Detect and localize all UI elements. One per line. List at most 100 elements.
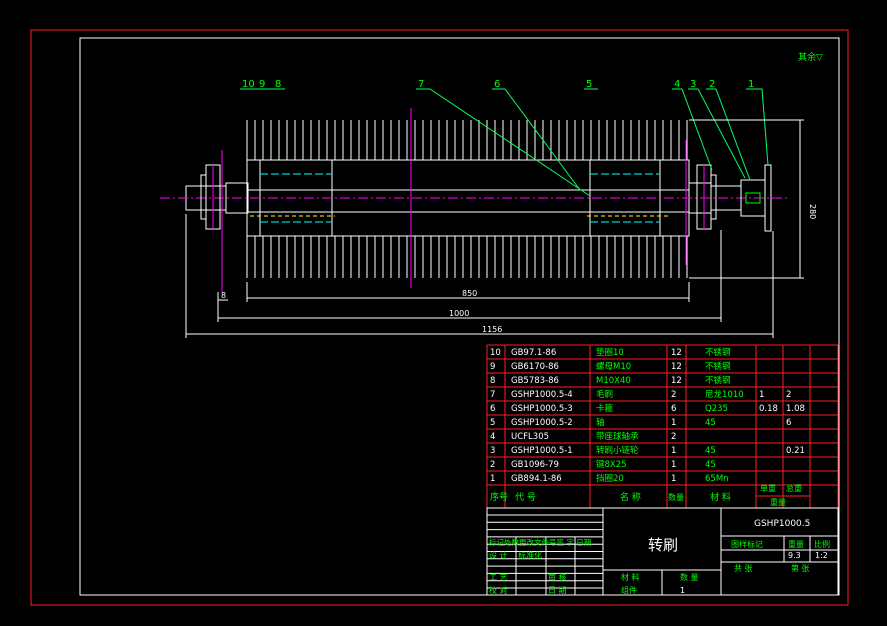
bom-cell-qty: 6: [671, 404, 676, 414]
bom-cell-material: 65Mn: [705, 474, 729, 484]
bom-cell-material: 45: [705, 418, 716, 428]
sheet-number: 第 张: [791, 563, 810, 573]
cad-drawing-canvas: 其余▽ 10 9 8 7 6 5 4 3 2 1 850 1000 1156 8…: [0, 0, 887, 626]
bom-cell-code: GB1096-79: [511, 460, 559, 470]
bom-header-qty: 数量: [668, 492, 684, 502]
material-label: 材 料: [621, 572, 640, 582]
bom-cell-name: 垫圈10: [596, 347, 624, 358]
bom-cell-total: 6: [786, 418, 791, 428]
dim-1000: 1000: [449, 309, 469, 318]
process-label: 工 艺: [489, 573, 508, 582]
dim-280: 280: [808, 204, 817, 219]
bom-cell-name: 挡圈20: [596, 473, 624, 484]
bom-header-weight: 重量: [770, 497, 786, 507]
clamp-centerlines: [221, 108, 687, 292]
bom-cell-code: GB97.1-86: [511, 348, 556, 358]
bom-cell-no: 9: [490, 362, 495, 372]
bom-cell-no: 5: [490, 418, 495, 428]
bom-cell-code: GB894.1-86: [511, 474, 562, 484]
balloon-8: 8: [275, 79, 281, 90]
bom-cell-qty: 12: [671, 348, 682, 358]
bom-cell-code: GSHP1000.5-2: [511, 418, 573, 428]
balloon-7: 7: [418, 79, 424, 90]
bom-cell-qty: 1: [671, 446, 676, 456]
bom-header-material: 材 料: [710, 491, 731, 503]
balloon-3: 3: [690, 79, 696, 90]
design-label: 设 计: [489, 550, 508, 560]
bom-cell-qty: 12: [671, 376, 682, 386]
bom-table: 10 GB97.1-86 垫圈10 12 不锈钢9 GB6170-86 螺母M10 12 不锈钢…: [486, 344, 839, 596]
bom-cell-code: GB5783-86: [511, 376, 559, 386]
balloon-9: 9: [259, 79, 265, 90]
bom-cell-material: Q235: [705, 404, 728, 414]
bom-cell-code: GSHP1000.5-1: [511, 446, 573, 456]
bom-cell-material: 不锈钢: [705, 375, 731, 386]
bom-header-code: 代 号: [515, 492, 536, 503]
bom-cell-name: 带座球轴承: [596, 431, 639, 442]
quantity-label: 数 量: [680, 572, 699, 582]
assembly-label: 组件: [621, 585, 637, 595]
balloon-10: 10: [242, 79, 255, 90]
bom-cell-name: 轴: [596, 417, 605, 428]
bom-cell-name: 毛刷: [596, 389, 613, 400]
bom-cell-qty: 2: [671, 432, 676, 442]
bom-cell-total: 2: [786, 390, 791, 400]
dim-850: 850: [462, 289, 477, 298]
revision-row: 标记处数更改文件号签 字 日期: [489, 537, 591, 547]
bom-cell-name: 键8X25: [596, 459, 627, 470]
bom-cell-code: UCFL305: [511, 432, 549, 442]
drawing-title: 转刷: [648, 536, 678, 554]
balloon-numbers: 10 9 8 7 6 5 4 3 2 1: [242, 79, 754, 90]
bom-cell-qty: 1: [671, 418, 676, 428]
bom-cell-material: 45: [705, 446, 716, 456]
brush-bristles: [246, 120, 688, 278]
bearing-left: [200, 164, 221, 230]
bom-cell-no: 7: [490, 390, 495, 400]
balloon-5: 5: [586, 79, 592, 90]
bom-cell-name: 转刷小链轮: [596, 445, 639, 456]
sheet-total: 共 张: [734, 564, 753, 573]
bom-cell-material: 不锈钢: [705, 361, 731, 372]
bom-cell-material: 不锈钢: [705, 347, 731, 358]
assembly-qty: 1: [680, 586, 685, 595]
bom-cell-total: 1.08: [786, 404, 805, 414]
bom-cell-name: M10X40: [596, 376, 631, 386]
bom-header-total: 总重: [786, 483, 802, 493]
check-label: 校 对: [489, 585, 508, 595]
date-label: 日 期: [548, 586, 567, 595]
dim-8: 8: [221, 291, 226, 300]
bom-cell-code: GSHP1000.5-4: [511, 390, 573, 400]
scale-label: 比例: [814, 539, 830, 549]
bom-cell-no: 1: [490, 474, 495, 484]
bom-header-unit: 单重: [760, 483, 776, 493]
balloon-2: 2: [709, 79, 715, 90]
bom-header-name: 名 称: [620, 491, 641, 503]
bom-header-no: 序号: [490, 491, 508, 503]
shaft: [160, 182, 790, 214]
bom-cell-unit: 1: [759, 390, 764, 400]
bom-cell-qty: 1: [671, 460, 676, 470]
bom-cell-material: 尼龙1010: [705, 389, 744, 400]
bom-cell-code: GB6170-86: [511, 362, 559, 372]
bom-cell-name: 螺母M10: [596, 361, 631, 372]
bearing-right: [696, 164, 717, 230]
bom-cell-total: 0.21: [786, 446, 805, 456]
bom-cell-qty: 2: [671, 390, 676, 400]
weight-value: 9.3: [788, 551, 801, 560]
bom-cell-no: 10: [490, 348, 501, 358]
bom-cell-unit: 0.18: [759, 404, 778, 414]
surface-finish-note: 其余▽: [798, 51, 823, 63]
bom-cell-no: 8: [490, 376, 495, 386]
bom-cell-qty: 12: [671, 362, 682, 372]
drawing-number: GSHP1000.5: [754, 519, 810, 529]
bom-cell-no: 4: [490, 432, 495, 442]
dim-1156: 1156: [482, 325, 502, 334]
review-label: 审 核: [548, 572, 567, 582]
bom-cell-qty: 1: [671, 474, 676, 484]
bom-cell-name: 卡箍: [596, 403, 614, 414]
scale-value: 1:2: [815, 551, 828, 560]
balloon-1: 1: [748, 79, 754, 90]
drawing-svg: 其余▽ 10 9 8 7 6 5 4 3 2 1 850 1000 1156 8…: [30, 29, 849, 606]
weight-label: 重量: [788, 539, 804, 549]
bom-cell-code: GSHP1000.5-3: [511, 404, 573, 414]
